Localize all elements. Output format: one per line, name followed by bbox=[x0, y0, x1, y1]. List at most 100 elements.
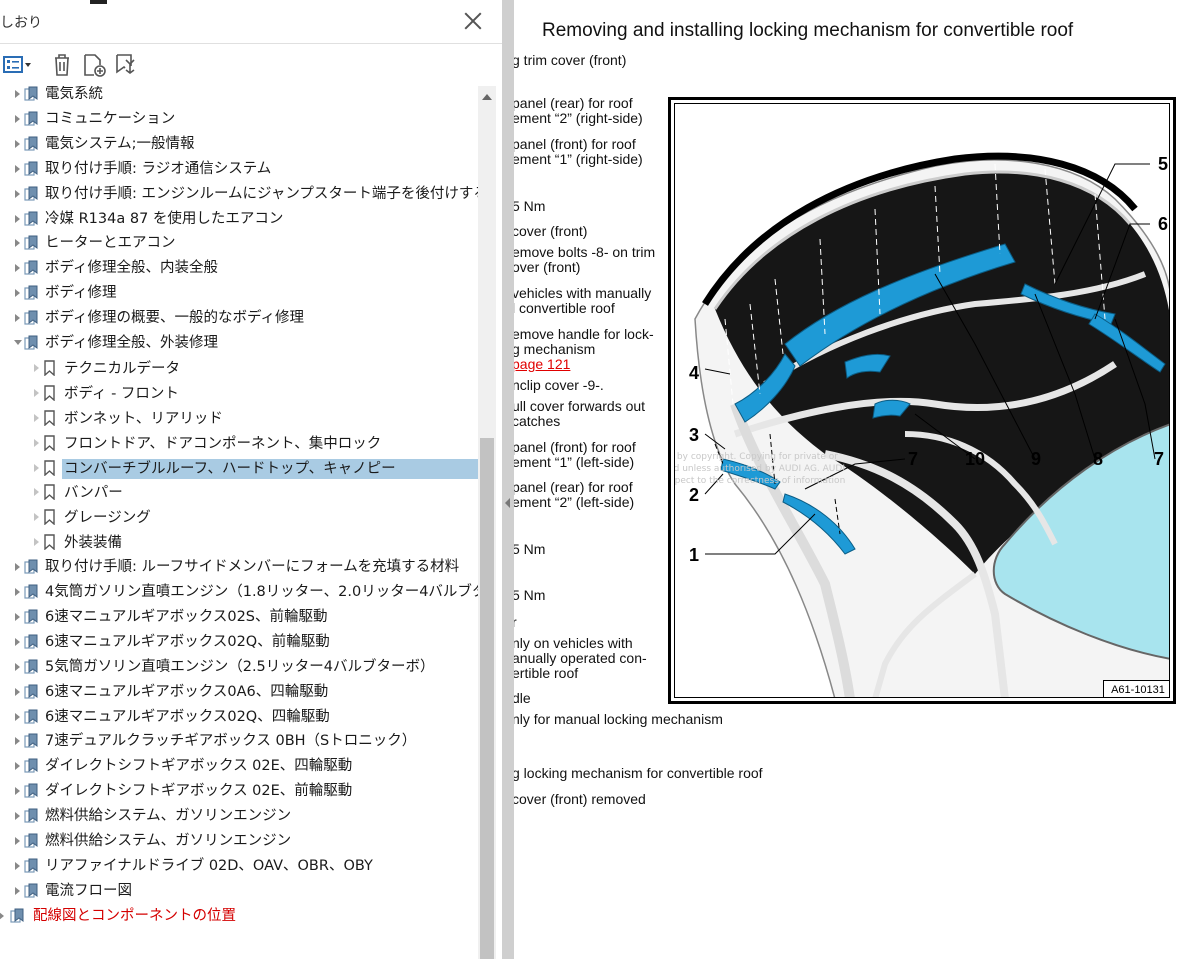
bookmark-label: 6速マニュアルギアボックス0A6、四輪駆動 bbox=[45, 683, 329, 700]
bookmark-item[interactable]: 取り付け手順: ルーフサイドメンバーにフォームを充填する材料 bbox=[0, 555, 478, 579]
expand-icon[interactable] bbox=[14, 687, 22, 696]
bookmark-item[interactable]: 冷媒 R134a 87 を使用したエアコン bbox=[0, 207, 478, 231]
expand-icon[interactable] bbox=[33, 538, 41, 547]
bookmark-child-item[interactable]: 外装装備 bbox=[0, 530, 478, 554]
text-line: g mechanism bbox=[514, 341, 596, 357]
expand-icon[interactable] bbox=[14, 812, 22, 821]
scroll-up-icon[interactable] bbox=[482, 94, 492, 102]
expand-icon[interactable] bbox=[14, 712, 22, 721]
expand-icon[interactable] bbox=[14, 239, 22, 248]
expand-icon[interactable] bbox=[14, 612, 22, 621]
bookmark-item[interactable]: 7速デュアルクラッチギアボックス 0BH（Sトロニック） bbox=[0, 729, 478, 753]
bookmark-stack-icon bbox=[24, 310, 38, 325]
new-bookmark-button[interactable] bbox=[82, 52, 108, 78]
bookmark-item[interactable]: ヒーターとエアコン bbox=[0, 231, 478, 255]
bookmark-item[interactable]: 電気システム;一般情報 bbox=[0, 132, 478, 156]
bookmark-item[interactable]: ボディ修理 bbox=[0, 281, 478, 305]
expand-icon[interactable] bbox=[14, 886, 22, 895]
expand-icon[interactable] bbox=[14, 189, 22, 198]
bookmark-child-item[interactable]: ボディ - フロント bbox=[0, 381, 478, 405]
panel-splitter[interactable] bbox=[502, 0, 514, 959]
bookmark-item[interactable]: コミュニケーション bbox=[0, 107, 478, 131]
expand-icon[interactable] bbox=[14, 637, 22, 646]
expand-icon[interactable] bbox=[33, 488, 41, 497]
expand-icon[interactable] bbox=[14, 264, 22, 273]
bookmark-child-item[interactable]: ボンネット、リアリッド bbox=[0, 406, 478, 430]
text-line: emove bolts -8- on trim bbox=[514, 244, 656, 260]
expand-icon[interactable] bbox=[14, 314, 22, 323]
bookmark-item[interactable]: ダイレクトシフトギアボックス 02E、前輪駆動 bbox=[0, 779, 478, 803]
expand-icon[interactable] bbox=[14, 214, 22, 223]
collapse-icon[interactable] bbox=[14, 339, 22, 347]
expand-icon[interactable] bbox=[14, 762, 22, 771]
callout-1: 1 bbox=[689, 545, 700, 565]
callout-5: 5 bbox=[1158, 154, 1169, 174]
expand-icon[interactable] bbox=[14, 139, 22, 148]
bookmark-label: 取り付け手順: ラジオ通信システム bbox=[45, 160, 272, 177]
page-reference-link[interactable]: page 121 bbox=[514, 357, 570, 372]
bookmark-item[interactable]: 5気筒ガソリン直噴エンジン（2.5リッター4バルブターボ） bbox=[0, 655, 478, 679]
expand-icon[interactable] bbox=[0, 911, 6, 920]
bookmark-item[interactable]: 電流フロー図 bbox=[0, 879, 478, 903]
watermark-line: with respect to the correctness of infor… bbox=[674, 476, 846, 486]
bookmark-item[interactable]: 燃料供給システム、ガソリンエンジン bbox=[0, 804, 478, 828]
bookmark-child-item[interactable]: バンパー bbox=[0, 480, 478, 504]
text-line: 5 Nm bbox=[514, 198, 546, 214]
callout-9: 9 bbox=[1031, 449, 1042, 469]
text-line: catches bbox=[514, 413, 561, 429]
find-bookmark-button[interactable] bbox=[114, 52, 142, 78]
bookmark-label: バンパー bbox=[64, 485, 123, 502]
bookmark-label: ボンネット、リアリッド bbox=[64, 410, 223, 427]
collapse-arrow-icon[interactable] bbox=[505, 498, 510, 508]
bookmark-item[interactable]: 6速マニュアルギアボックス02Q、四輪駆動 bbox=[0, 705, 478, 729]
bookmark-child-item[interactable]: テクニカルデータ bbox=[0, 356, 478, 380]
close-icon[interactable] bbox=[462, 10, 484, 32]
bookmark-item[interactable]: 電気系統 bbox=[0, 86, 478, 106]
expand-icon[interactable] bbox=[14, 90, 22, 98]
scroll-thumb[interactable] bbox=[480, 438, 494, 959]
bookmark-item[interactable]: ボディ修理全般、外装修理 bbox=[0, 331, 478, 355]
expand-icon[interactable] bbox=[33, 463, 41, 472]
expand-icon[interactable] bbox=[14, 588, 22, 596]
bookmark-item[interactable]: 6速マニュアルギアボックス0A6、四輪駆動 bbox=[0, 680, 478, 704]
expand-icon[interactable] bbox=[14, 737, 22, 746]
expand-icon[interactable] bbox=[33, 413, 41, 422]
bookmark-child-item[interactable]: フロントドア、ドアコンポーネント、集中ロック bbox=[0, 431, 478, 455]
bookmark-child-item[interactable]: グレージング bbox=[0, 505, 478, 529]
bookmark-item[interactable]: 6速マニュアルギアボックス02S、前輪駆動 bbox=[0, 605, 478, 629]
bookmark-stack-icon bbox=[24, 858, 38, 873]
bookmark-item[interactable]: 6速マニュアルギアボックス02Q、前輪駆動 bbox=[0, 630, 478, 654]
expand-icon[interactable] bbox=[33, 363, 41, 372]
bookmark-item[interactable]: 配線図とコンポーネントの位置 bbox=[0, 904, 478, 928]
bookmark-stack-icon bbox=[24, 186, 38, 201]
expand-icon[interactable] bbox=[33, 438, 41, 447]
bookmark-label: コミュニケーション bbox=[45, 110, 176, 127]
bookmark-item[interactable]: 4気筒ガソリン直噴エンジン（1.8リッター、2.0リッター4バルブターボ） bbox=[0, 580, 478, 604]
bookmark-item[interactable]: 取り付け手順: エンジンルームにジャンプスタート端子を後付けする bbox=[0, 182, 478, 206]
options-button[interactable] bbox=[2, 52, 34, 78]
scrollbar[interactable] bbox=[478, 86, 496, 959]
bookmark-item[interactable]: ボディ修理全般、内装全般 bbox=[0, 256, 478, 280]
text-line: g trim cover (front) bbox=[514, 52, 627, 68]
expand-icon[interactable] bbox=[14, 837, 22, 845]
expand-icon[interactable] bbox=[14, 787, 22, 796]
delete-bookmark-button[interactable] bbox=[50, 52, 74, 78]
bookmark-stack-icon bbox=[24, 883, 38, 898]
bookmark-label: 外装装備 bbox=[64, 535, 122, 552]
text-line: g locking mechanism for convertible roof bbox=[514, 765, 763, 781]
expand-icon[interactable] bbox=[14, 289, 22, 298]
bookmark-stack-icon bbox=[24, 211, 38, 226]
expand-icon[interactable] bbox=[14, 563, 22, 572]
bookmark-item[interactable]: ボディ修理の概要、一般的なボディ修理 bbox=[0, 306, 478, 330]
expand-icon[interactable] bbox=[14, 164, 22, 173]
bookmark-item[interactable]: 取り付け手順: ラジオ通信システム bbox=[0, 157, 478, 181]
bookmark-item[interactable]: 燃料供給システム、ガソリンエンジン bbox=[0, 829, 478, 853]
expand-icon[interactable] bbox=[33, 388, 41, 397]
expand-icon[interactable] bbox=[33, 513, 41, 522]
expand-icon[interactable] bbox=[14, 662, 22, 671]
bookmark-child-item[interactable]: コンバーチブルルーフ、ハードトップ、キャノピー bbox=[0, 456, 478, 480]
bookmark-item[interactable]: リアファイナルドライブ 02D、OAV、OBR、OBY bbox=[0, 854, 478, 878]
expand-icon[interactable] bbox=[14, 114, 22, 123]
expand-icon[interactable] bbox=[14, 861, 22, 870]
bookmark-item[interactable]: ダイレクトシフトギアボックス 02E、四輪駆動 bbox=[0, 754, 478, 778]
